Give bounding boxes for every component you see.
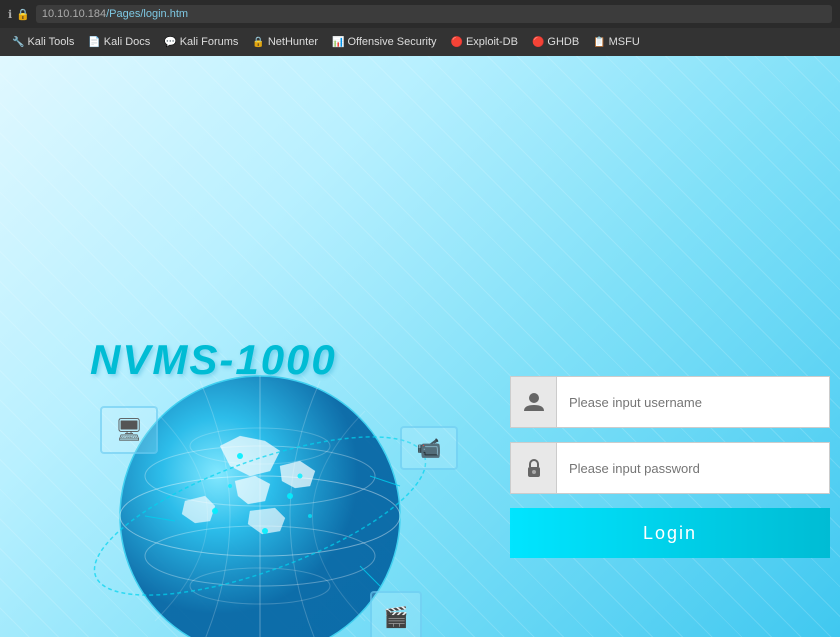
globe-area: 🖥 📹 🎬 xyxy=(80,366,500,637)
browser-chrome: ℹ 🔒 10.10.10.184 /Pages/login.htm xyxy=(0,0,840,28)
nethunter-icon: 🔒 xyxy=(252,37,264,48)
monitor-icon-box: 🖥 xyxy=(100,406,158,454)
bookmark-label: Kali Forums xyxy=(180,36,239,48)
info-icon: ℹ xyxy=(8,8,12,21)
bookmarks-bar: 🔧 Kali Tools 📄 Kali Docs 💬 Kali Forums 🔒… xyxy=(0,28,840,56)
url-path: /Pages/login.htm xyxy=(106,8,188,20)
bookmark-ghdb[interactable]: 🔴 GHDB xyxy=(526,34,585,50)
offsec-icon: 📊 xyxy=(332,37,344,48)
bookmark-msfu[interactable]: 📋 MSFU xyxy=(587,34,646,50)
exploitdb-icon: 🔴 xyxy=(451,37,463,48)
bookmark-label: Kali Docs xyxy=(104,36,150,48)
url-host: 10.10.10.184 xyxy=(42,8,106,20)
kali-forums-icon: 💬 xyxy=(164,37,176,48)
user-icon xyxy=(511,377,557,427)
bookmark-nethunter[interactable]: 🔒 NetHunter xyxy=(246,34,324,50)
login-panel: Login xyxy=(510,376,830,558)
bookmark-exploit-db[interactable]: 🔴 Exploit-DB xyxy=(445,34,524,50)
bookmark-label: Exploit-DB xyxy=(466,36,518,48)
login-button[interactable]: Login xyxy=(510,508,830,558)
bookmark-kali-forums[interactable]: 💬 Kali Forums xyxy=(158,34,244,50)
msfu-icon: 📋 xyxy=(593,37,605,48)
password-input[interactable] xyxy=(557,443,829,493)
browser-security-icons: ℹ 🔒 xyxy=(8,8,30,21)
bookmark-kali-tools[interactable]: 🔧 Kali Tools xyxy=(6,34,80,50)
address-bar[interactable]: 10.10.10.184 /Pages/login.htm xyxy=(36,5,832,23)
reel-icon: 🎬 xyxy=(384,605,409,630)
monitor-icon: 🖥 xyxy=(115,417,143,443)
lock-icon: 🔒 xyxy=(16,8,30,21)
bookmark-kali-docs[interactable]: 📄 Kali Docs xyxy=(82,34,156,50)
bookmark-offensive-security[interactable]: 📊 Offensive Security xyxy=(326,34,443,50)
kali-docs-icon: 📄 xyxy=(88,37,100,48)
camera-icon: 📹 xyxy=(417,436,442,461)
username-group xyxy=(510,376,830,428)
bookmark-label: NetHunter xyxy=(268,36,318,48)
kali-tools-icon: 🔧 xyxy=(12,37,24,48)
reel-icon-box: 🎬 xyxy=(370,591,422,637)
password-group xyxy=(510,442,830,494)
bookmark-label: GHDB xyxy=(547,36,579,48)
bookmark-label: Offensive Security xyxy=(347,36,436,48)
lock-field-icon xyxy=(511,443,557,493)
camera-icon-box: 📹 xyxy=(400,426,458,470)
ghdb-icon: 🔴 xyxy=(532,37,544,48)
username-input[interactable] xyxy=(557,377,829,427)
bookmark-label: Kali Tools xyxy=(27,36,74,48)
page-content: NVMS-1000 🖥 📹 🎬 xyxy=(0,56,840,637)
bookmark-label: MSFU xyxy=(609,36,640,48)
